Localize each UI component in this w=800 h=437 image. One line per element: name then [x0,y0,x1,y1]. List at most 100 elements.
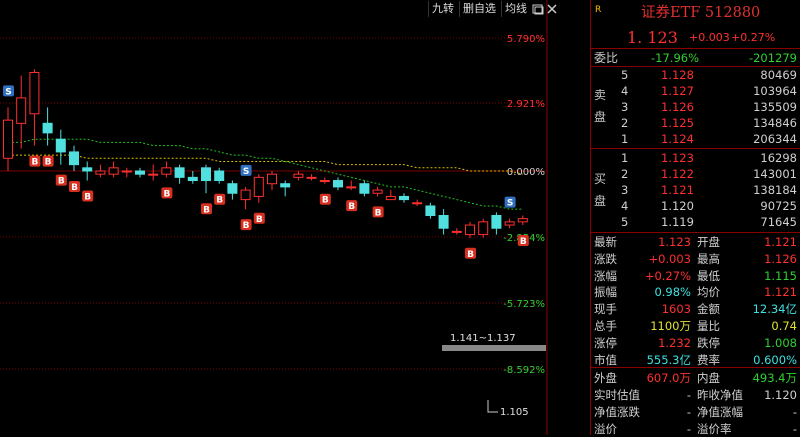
stat-label: 总手 [594,319,617,333]
stat-row: 实时估值 - 昨收净值 1.120 [591,387,800,403]
candle-body [55,138,66,153]
stat-value: +0.27% [644,268,691,283]
stat-label: 涨停 [594,335,617,350]
stat-value: 493.4万 [752,371,797,386]
y-tick-label: -5.723% [503,299,545,310]
last-price: 1. 123 [627,28,678,47]
buy-level-row: 3 1.121 138184 [591,182,800,198]
candle-body [465,224,475,236]
stat-value: 1.123 [658,235,691,249]
candle-body [29,71,40,115]
signal-label: S [507,199,513,209]
sell-level-row: 5 1.128 80469 [591,67,800,83]
candle-body [214,170,225,182]
range-label: 1.141~1.137 [450,333,516,344]
stat-value: - [792,421,797,436]
candle-body [333,180,343,188]
level-volume: 138184 [753,183,797,197]
signal-label: B [520,237,527,247]
level-price: 1.124 [661,132,694,146]
signal-label: B [467,250,474,260]
y-tick-label: -8.592% [503,365,545,376]
stat-value: 12.34亿 [752,302,797,317]
candle-body [174,167,185,178]
buy-level-row: 2 1.122 143001 [591,166,800,182]
signal-label: B [71,183,78,193]
candle-body [69,151,79,166]
divider [591,367,800,368]
candle-body [504,221,515,226]
stat-label: 均价 [697,285,720,300]
level-price: 1.123 [661,151,694,165]
signal-label: B [203,205,210,215]
candle-body [240,189,251,201]
stat-label: 溢价 [594,421,617,436]
weibi-label: 委比 [594,51,619,65]
stat-label: 外盘 [594,371,617,386]
y-tick-label: 0.000% [507,167,545,178]
stat-label: 实时估值 [594,388,640,403]
overlay-icon[interactable] [532,3,544,15]
stat-value: - [686,388,691,403]
stat-value: - [686,421,691,436]
level-volume: 16298 [760,151,797,165]
price-change-pct: +0.27% [731,31,776,44]
candle-body [451,230,462,233]
divider [591,148,800,149]
toolbar-ma-button[interactable]: 均线 [501,1,530,17]
candle-body [267,173,277,185]
signal-label: B [256,215,263,225]
candle-body [148,173,159,176]
toolbar-jiuzhuan-button[interactable]: 九转 [428,1,457,17]
candle-body [412,202,423,205]
stat-row: 现手 1603 金额 12.34亿 [591,301,800,317]
level-volume: 71645 [760,215,797,229]
candle-body [517,218,528,223]
candle-body [385,195,396,201]
stat-label: 现手 [594,302,617,317]
quote-panel: R 证券ETF 512880 1. 123 +0.003 +0.27% 委比 -… [590,0,800,436]
range-bar [442,345,546,351]
level-index: 5 [621,68,629,82]
stat-value: 0.98% [654,285,691,300]
stat-row: 涨跌 +0.003 最高 1.126 [591,251,800,267]
low-label: 1.105 [500,407,529,418]
level-index: 2 [621,116,629,130]
level-index: 5 [621,215,629,229]
candle-body [491,215,502,229]
stat-value: 0.74 [771,319,797,333]
candle-body [95,170,106,175]
stat-label: 金额 [697,302,720,317]
stat-label: 净值涨幅 [697,405,743,419]
level-volume: 103964 [753,84,797,98]
kline-chart[interactable]: 5.790%2.921%0.000%-2.854%-5.723%-8.592%S… [0,0,590,435]
level-index: 2 [621,167,629,181]
stat-label: 涨跌 [594,251,617,266]
buy-level-row: 1 1.123 16298 [591,150,800,166]
toolbar-remove-watchlist-button[interactable]: 删自选 [459,1,499,17]
signal-label: B [216,196,223,206]
level-price: 1.119 [661,215,694,229]
security-title: 证券ETF 512880 [641,5,761,21]
stat-row: 总手 1100万 量比 0.74 [591,318,800,334]
candle-body [108,167,119,175]
stat-label: 净值涨跌 [594,405,640,419]
signal-label: B [322,196,329,206]
level-index: 4 [621,199,629,213]
stat-label: 最低 [697,268,720,283]
stat-row: 净值涨跌 - 净值涨幅 - [591,404,800,420]
stat-value: +0.003 [648,251,691,266]
signal-label: B [243,221,250,231]
stat-row: 振幅 0.98% 均价 1.121 [591,284,800,300]
stat-label: 最新 [594,235,617,249]
close-icon[interactable] [546,3,558,15]
signal-label: B [31,158,38,168]
stat-row: 最新 1.123 开盘 1.121 [591,234,800,250]
candle-body [3,119,13,159]
divider [591,48,800,49]
candle-body [438,215,449,229]
divider [591,232,800,233]
y-tick-label: 5.790% [507,34,545,45]
signal-label: B [163,189,170,199]
candle-body [372,189,383,194]
